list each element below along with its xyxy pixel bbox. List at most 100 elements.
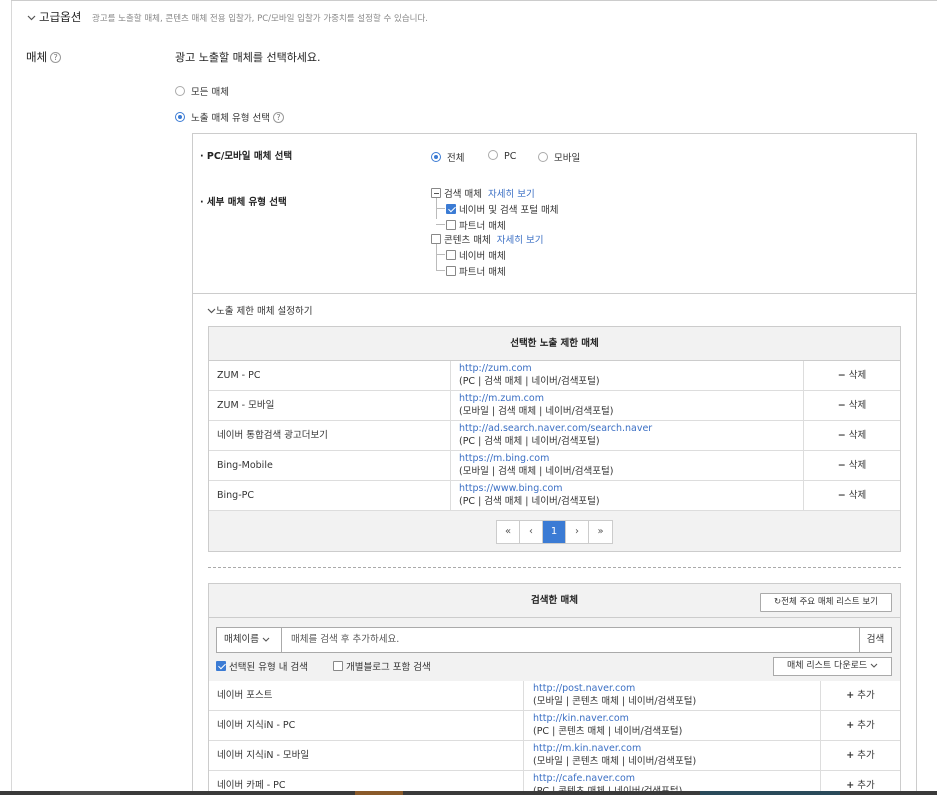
content-partner-label: 파트너 매체	[459, 267, 506, 278]
search-type-select[interactable]: 매체이름	[216, 627, 282, 653]
delete-button[interactable]: − 삭제	[803, 421, 900, 451]
search-partner-label: 파트너 매체	[459, 221, 506, 232]
search-media-detail-link[interactable]: 자세히 보기	[488, 189, 535, 200]
radio-media-type[interactable]: 노출 매체 유형 선택?	[175, 110, 284, 124]
add-button[interactable]: + 추가	[820, 711, 900, 741]
search-button[interactable]: 검색	[859, 627, 892, 653]
tree-content-partner[interactable]: 파트너 매체	[446, 264, 506, 278]
delete-button[interactable]: − 삭제	[803, 391, 900, 421]
next-page-button[interactable]: ›	[566, 521, 589, 543]
option-include-blog[interactable]: 개별블로그 포함 검색	[333, 659, 431, 673]
device-radio-mobile[interactable]: 모바일	[538, 150, 580, 164]
delete-button[interactable]: − 삭제	[803, 361, 900, 391]
radio-all-media-label: 모든 매체	[191, 87, 229, 98]
last-page-button[interactable]: »	[589, 521, 612, 543]
media-url-link[interactable]: http://ad.search.naver.com/search.naver	[459, 423, 652, 436]
select-value: 매체이름	[224, 634, 259, 645]
media-url-link[interactable]: https://m.bing.com	[459, 453, 613, 466]
add-button[interactable]: + 추가	[820, 681, 900, 711]
limit-media-toggle-label: 노출 제한 매체 설정하기	[216, 306, 313, 317]
media-meta: (모바일 | 검색 매체 | 네이버/검색포털)	[459, 465, 614, 477]
table-row: 네이버 통합검색 광고더보기 http://ad.search.naver.co…	[209, 421, 900, 451]
media-info: http://kin.naver.com (PC | 콘텐츠 매체 | 네이버/검…	[523, 711, 682, 741]
media-name: 네이버 지식iN - 모바일	[217, 750, 310, 761]
full-list-button[interactable]: ↻전체 주요 매체 리스트 보기	[760, 593, 892, 612]
media-meta: (PC | 콘텐츠 매체 | 네이버/검색포털)	[533, 725, 683, 737]
pagination: « ‹ 1 › »	[496, 520, 613, 544]
limit-media-toggle[interactable]: 노출 제한 매체 설정하기	[207, 303, 312, 317]
checkbox-checked-icon[interactable]	[446, 204, 456, 214]
radio-icon[interactable]	[538, 152, 548, 162]
limit-table-title: 선택한 노출 제한 매체	[209, 327, 900, 361]
media-url-link[interactable]: http://kin.naver.com	[533, 713, 682, 726]
table-row: 네이버 지식iN - 모바일 http://m.kin.naver.com (모바…	[209, 741, 900, 771]
radio-selected-icon[interactable]	[175, 112, 185, 122]
naver-search-portal-label: 네이버 및 검색 포털 매체	[459, 205, 559, 216]
tree-naver-search-portal[interactable]: 네이버 및 검색 포털 매체	[446, 202, 558, 216]
media-url-link[interactable]: http://m.zum.com	[459, 393, 613, 406]
radio-icon[interactable]	[175, 86, 185, 96]
checkbox-icon[interactable]	[446, 250, 456, 260]
media-url-link[interactable]: https://www.bing.com	[459, 483, 600, 496]
media-url-link[interactable]: http://zum.com	[459, 363, 600, 376]
checkbox-checked-icon[interactable]	[216, 661, 226, 671]
minus-icon: −	[837, 430, 846, 441]
search-media-label: 검색 매체	[444, 189, 482, 200]
option-within-type[interactable]: 선택된 유형 내 검색	[216, 659, 308, 673]
media-name: ZUM - 모바일	[217, 400, 275, 411]
delete-button[interactable]: − 삭제	[803, 481, 900, 511]
limit-media-table: 선택한 노출 제한 매체 ZUM - PC http://zum.com (PC …	[208, 326, 901, 552]
checkbox-icon[interactable]	[446, 220, 456, 230]
tree-search-media[interactable]: 검색 매체 자세히 보기	[431, 186, 535, 200]
content-media-label: 콘텐츠 매체	[444, 235, 491, 246]
tree-search-partner[interactable]: 파트너 매체	[446, 218, 506, 232]
add-label: 추가	[857, 780, 875, 791]
media-url-link[interactable]: http://m.kin.naver.com	[533, 743, 696, 756]
delete-label: 삭제	[848, 460, 867, 471]
add-button[interactable]: + 추가	[820, 741, 900, 771]
first-page-button[interactable]: «	[497, 521, 520, 543]
radio-icon[interactable]	[488, 150, 498, 160]
content-naver-label: 네이버 매체	[459, 251, 506, 262]
media-name: ZUM - PC	[217, 370, 261, 381]
tree-line	[436, 270, 445, 271]
tree-content-media[interactable]: 콘텐츠 매체 자세히 보기	[431, 232, 544, 246]
tree-content-naver[interactable]: 네이버 매체	[446, 248, 506, 262]
checkbox-icon[interactable]	[431, 234, 441, 244]
media-info: http://m.kin.naver.com (모바일 | 콘텐츠 매체 | 네이…	[523, 741, 696, 771]
chevron-down-icon	[870, 661, 878, 671]
help-icon[interactable]: ?	[272, 112, 284, 123]
delete-button[interactable]: − 삭제	[803, 451, 900, 481]
prev-page-button[interactable]: ‹	[520, 521, 543, 543]
checkbox-icon[interactable]	[446, 266, 456, 276]
radio-selected-icon[interactable]	[431, 152, 441, 162]
dashed-divider	[208, 567, 901, 568]
media-info: https://www.bing.com (PC | 검색 매체 | 네이버/검색…	[450, 481, 600, 511]
page-1-button[interactable]: 1	[543, 521, 566, 543]
checkbox-icon[interactable]	[333, 661, 343, 671]
radio-all-media[interactable]: 모든 매체	[175, 84, 229, 98]
chevron-down-icon	[262, 634, 270, 645]
help-icon[interactable]: ?	[50, 52, 62, 63]
media-name: 네이버 포스트	[217, 690, 273, 701]
device-radio-all[interactable]: 전체	[431, 150, 464, 164]
advanced-options-toggle[interactable]: 고급옵션	[27, 9, 81, 25]
checkbox-partial-icon[interactable]	[431, 188, 441, 198]
content-media-detail-link[interactable]: 자세히 보기	[497, 235, 544, 246]
media-name: 네이버 통합검색 광고더보기	[217, 430, 328, 441]
panel-divider	[192, 293, 917, 294]
device-radio-pc[interactable]: PC	[488, 150, 516, 162]
media-url-link[interactable]: http://cafe.naver.com	[533, 773, 682, 786]
download-list-button[interactable]: 매체 리스트 다운로드	[773, 657, 892, 676]
media-url-link[interactable]: http://post.naver.com	[533, 683, 696, 696]
delete-label: 삭제	[848, 400, 867, 411]
chevron-down-icon	[27, 10, 36, 24]
option-within-label: 선택된 유형 내 검색	[229, 662, 309, 673]
delete-label: 삭제	[848, 430, 867, 441]
device-radio-pc-label: PC	[504, 151, 517, 162]
add-label: 추가	[857, 690, 875, 701]
option-blog-label: 개별블로그 포함 검색	[346, 662, 431, 673]
media-label: 매체?	[26, 49, 62, 65]
media-search-input[interactable]: 매체를 검색 후 추가하세요.	[282, 627, 860, 653]
tree-line	[436, 224, 445, 225]
